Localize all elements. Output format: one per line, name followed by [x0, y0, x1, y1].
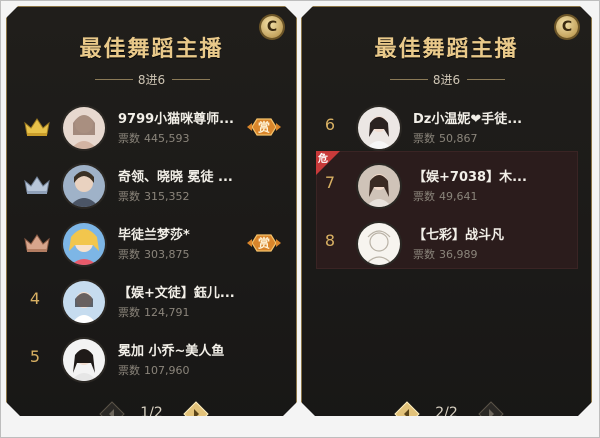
reward-label: 赏 [258, 236, 270, 251]
leaderboard-row[interactable]: 4 【娱+文徒】鈺儿... 票数 124,791 [15, 277, 290, 329]
votes-value: 303,875 [144, 248, 190, 261]
rank-number: 8 [324, 231, 336, 250]
streamer-name: 9799小猫咪尊师... [118, 112, 234, 127]
votes-label: 票数 [413, 190, 435, 203]
votes-label: 票数 [413, 132, 435, 145]
rank-number: 5 [29, 347, 41, 366]
subtitle-divider-right [467, 79, 505, 80]
avatar[interactable] [63, 107, 105, 149]
panel-subtitle: 8进6 [432, 73, 461, 87]
streamer-name: Dz小温妮❤手徒... [413, 112, 523, 127]
vote-count: 票数 303,875 [118, 246, 190, 262]
votes-value: 445,593 [144, 132, 190, 145]
leaderboard-panel-page-2: C 最佳舞蹈主播 8进6 危 6 Dz小温妮❤手徒... 票数 50,867 7 … [301, 6, 592, 432]
vote-count: 票数 36,989 [413, 246, 478, 262]
avatar[interactable] [358, 165, 400, 207]
streamer-name: 奇领、晓晓 冕徒 ... [118, 170, 233, 185]
votes-value: 36,989 [439, 248, 478, 261]
leaderboard-row[interactable]: 9799小猫咪尊师... 票数 445,593 赏 [15, 103, 290, 155]
votes-label: 票数 [413, 248, 435, 261]
avatar[interactable] [63, 281, 105, 323]
avatar[interactable] [63, 339, 105, 381]
vote-count: 票数 107,960 [118, 362, 190, 378]
leaderboard-row[interactable]: 5 冕加 小乔~美人鱼 票数 107,960 [15, 335, 290, 387]
rank-number: 7 [324, 173, 336, 192]
votes-value: 49,641 [439, 190, 478, 203]
vote-count: 票数 49,641 [413, 188, 478, 204]
reward-label: 赏 [258, 120, 270, 135]
votes-label: 票数 [118, 364, 140, 377]
gold-crown-icon [23, 117, 51, 137]
avatar[interactable] [358, 107, 400, 149]
reward-icon[interactable]: 赏 [247, 233, 281, 253]
leaderboard-panel-page-1: C 最佳舞蹈主播 8进6 9799小猫咪尊师... 票数 445,593 赏 奇领… [6, 6, 297, 432]
avatar[interactable] [358, 223, 400, 265]
rank-number: 4 [29, 289, 41, 308]
silver-crown-icon [23, 175, 51, 195]
votes-value: 107,960 [144, 364, 190, 377]
vote-count: 票数 315,352 [118, 188, 190, 204]
leaderboard-row[interactable]: 7 【娱+7038】木... 票数 49,641 [310, 161, 585, 213]
votes-value: 124,791 [144, 306, 190, 319]
leaderboard-row[interactable]: 6 Dz小温妮❤手徒... 票数 50,867 [310, 103, 585, 155]
avatar[interactable] [63, 223, 105, 265]
vote-count: 票数 50,867 [413, 130, 478, 146]
panel-title: 最佳舞蹈主播 [374, 37, 519, 62]
avatar[interactable] [63, 165, 105, 207]
streamer-name: 毕徒兰梦莎* [118, 228, 190, 243]
leaderboard-row[interactable]: 奇领、晓晓 冕徒 ... 票数 315,352 [15, 161, 290, 213]
streamer-name: 【娱+文徒】鈺儿... [118, 286, 235, 301]
leaderboard-row[interactable]: 8 【七彩】战斗凡 票数 36,989 [310, 219, 585, 271]
subtitle-divider-right [172, 79, 210, 80]
streamer-name: 【七彩】战斗凡 [413, 228, 505, 243]
votes-label: 票数 [118, 248, 140, 261]
votes-value: 315,352 [144, 190, 190, 203]
rank-number: 6 [324, 115, 336, 134]
streamer-name: 冕加 小乔~美人鱼 [118, 344, 225, 359]
votes-value: 50,867 [439, 132, 478, 145]
reward-icon[interactable]: 赏 [247, 117, 281, 137]
vote-count: 票数 445,593 [118, 130, 190, 146]
leaderboard-row[interactable]: 毕徒兰梦莎* 票数 303,875 赏 [15, 219, 290, 271]
panel-title: 最佳舞蹈主播 [79, 37, 224, 62]
votes-label: 票数 [118, 306, 140, 319]
votes-label: 票数 [118, 190, 140, 203]
bronze-crown-icon [23, 233, 51, 253]
streamer-name: 【娱+7038】木... [413, 170, 527, 185]
panel-subtitle: 8进6 [137, 73, 166, 87]
vote-count: 票数 124,791 [118, 304, 190, 320]
votes-label: 票数 [118, 132, 140, 145]
